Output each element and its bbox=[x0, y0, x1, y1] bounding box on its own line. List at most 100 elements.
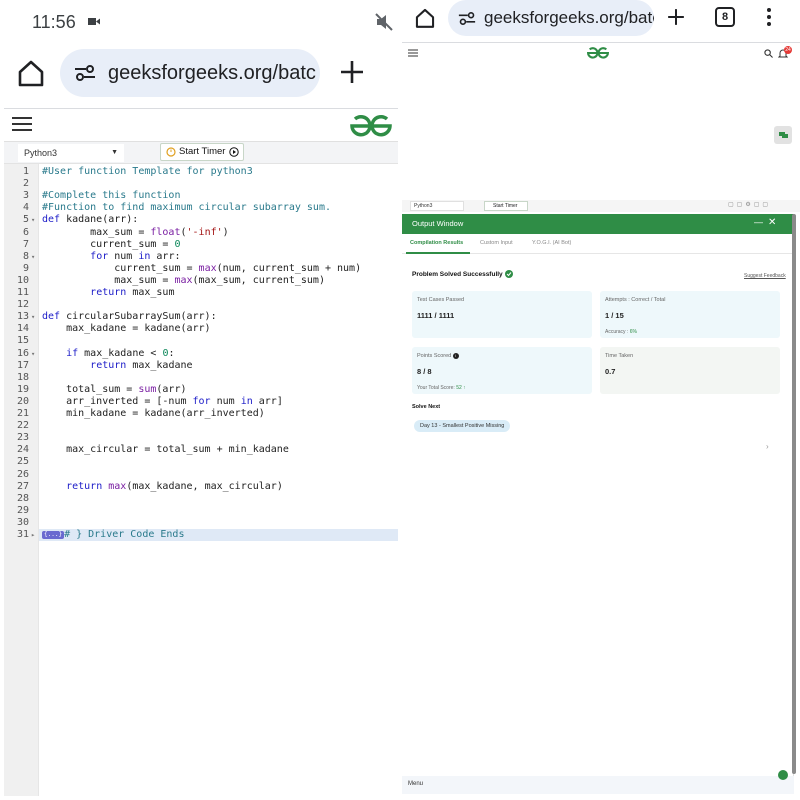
gfg-logo-icon[interactable] bbox=[348, 113, 394, 139]
minimize-icon[interactable]: — bbox=[754, 217, 763, 227]
code-line[interactable]: 14 max_kadane = kadane(arr) bbox=[4, 323, 398, 335]
search-icon[interactable] bbox=[764, 49, 773, 58]
code-line[interactable]: 26 bbox=[4, 469, 398, 481]
accuracy-label: Accuracy : bbox=[605, 329, 629, 335]
code-line[interactable]: 2 bbox=[4, 178, 398, 190]
code-line[interactable]: 31 ▸ {...} # } Driver Code Ends bbox=[4, 529, 398, 542]
tab-yogi[interactable]: Y.O.G.I. (AI Bot) bbox=[532, 240, 571, 246]
code-line[interactable]: 27 return max(max_kadane, max_circular) bbox=[4, 481, 398, 493]
code-line[interactable]: 20 arr_inverted = [-num for num in arr] bbox=[4, 396, 398, 408]
code-line[interactable]: 11 return max_sum bbox=[4, 287, 398, 299]
card-label: Test Cases Passed bbox=[417, 297, 465, 303]
tab-custom-input[interactable]: Custom Input bbox=[480, 240, 513, 246]
code-text: current_sum = max(num, current_sum + num… bbox=[42, 262, 362, 274]
chat-button[interactable] bbox=[774, 126, 792, 144]
chevron-right-icon[interactable]: › bbox=[766, 442, 769, 451]
editor-toolbar: Python3 ▼ Start Timer bbox=[4, 142, 398, 164]
mute-icon bbox=[375, 13, 393, 31]
line-number: 11 bbox=[16, 287, 29, 298]
suggest-feedback-link[interactable]: Suggest Feedback bbox=[744, 273, 786, 279]
start-timer-label: Start Timer bbox=[179, 146, 226, 157]
code-line[interactable]: 10 max_sum = max(max_sum, current_sum) bbox=[4, 275, 398, 287]
code-line[interactable]: 8 ▾ for num in arr: bbox=[4, 251, 398, 263]
solve-next-label: Solve Next bbox=[412, 404, 441, 410]
start-timer-button[interactable]: Start Timer bbox=[484, 201, 528, 211]
tab-compilation-results[interactable]: Compilation Results bbox=[410, 240, 463, 246]
code-line[interactable]: 18 bbox=[4, 372, 398, 384]
scrollbar[interactable] bbox=[792, 214, 796, 774]
code-text: def circularSubarraySum(arr): bbox=[42, 311, 217, 323]
code-line[interactable]: 3 #Complete this function bbox=[4, 190, 398, 202]
code-text: current_sum = 0 bbox=[42, 238, 181, 250]
code-editor[interactable]: 1 #User function Template for python3 2 3 #C… bbox=[4, 164, 398, 796]
url-bar[interactable]: geeksforgeeks.org/batc bbox=[448, 0, 654, 36]
start-timer-button[interactable]: Start Timer bbox=[160, 143, 244, 161]
bottom-menu-bar[interactable]: Menu bbox=[402, 776, 794, 794]
fold-toggle-icon[interactable]: ▾ bbox=[31, 311, 35, 323]
home-icon[interactable] bbox=[414, 7, 436, 29]
code-line[interactable]: 9 current_sum = max(num, current_sum + n… bbox=[4, 263, 398, 275]
code-line[interactable]: 16 ▾ if max_kadane < 0: bbox=[4, 348, 398, 360]
hamburger-menu-icon[interactable] bbox=[408, 49, 418, 57]
card-points: Points Scored i 8 / 8 Your Total Score: … bbox=[412, 347, 592, 394]
output-window-title: Output Window bbox=[412, 219, 464, 228]
code-line[interactable]: 12 bbox=[4, 299, 398, 311]
line-number: 10 bbox=[16, 274, 29, 286]
line-number: 30 bbox=[16, 516, 29, 528]
home-icon[interactable] bbox=[16, 58, 46, 88]
line-number: 1 bbox=[22, 166, 29, 177]
info-icon[interactable]: i bbox=[452, 353, 459, 359]
code-text: max_sum = max(max_sum, current_sum) bbox=[42, 274, 325, 286]
fold-toggle-icon[interactable]: ▾ bbox=[31, 348, 35, 360]
code-line[interactable]: 6 max_sum = float('-inf') bbox=[4, 227, 398, 239]
code-line[interactable]: 19 total_sum = sum(arr) bbox=[4, 384, 398, 396]
language-select[interactable]: Python3 bbox=[410, 201, 464, 211]
code-line[interactable]: 21 min_kadane = kadane(arr_inverted) bbox=[4, 408, 398, 420]
line-number: 25 bbox=[16, 456, 29, 468]
code-line[interactable]: 5 ▾ def kadane(arr): bbox=[4, 214, 398, 226]
screen: 11:56 geeksforgeeks.org/batc Python3 ▼ S bbox=[0, 0, 800, 800]
close-icon[interactable]: ✕ bbox=[768, 217, 776, 228]
site-settings-icon[interactable] bbox=[458, 11, 476, 25]
line-number: 19 bbox=[16, 383, 29, 395]
line-number: 12 bbox=[16, 299, 29, 311]
code-line[interactable]: 23 bbox=[4, 432, 398, 444]
code-line[interactable]: 24 max_circular = total_sum + min_kadane bbox=[4, 444, 398, 456]
code-line[interactable]: 22 bbox=[4, 420, 398, 432]
next-problem-chip[interactable]: Day 13 - Smallest Positive Missing bbox=[414, 420, 511, 432]
code-line[interactable]: 15 bbox=[4, 335, 398, 347]
line-number: 18 bbox=[16, 371, 29, 383]
video-camera-icon bbox=[88, 18, 100, 25]
code-line[interactable]: 13 ▾ def circularSubarraySum(arr): bbox=[4, 311, 398, 323]
line-number: 31 bbox=[16, 529, 29, 540]
tab-switcher-button[interactable]: 8 bbox=[715, 7, 735, 27]
url-bar[interactable]: geeksforgeeks.org/batc bbox=[60, 49, 320, 97]
fold-toggle-icon[interactable]: ▾ bbox=[31, 251, 35, 263]
code-line[interactable]: 17 return max_kadane bbox=[4, 360, 398, 372]
code-line[interactable]: 7 current_sum = 0 bbox=[4, 239, 398, 251]
code-text: for num in arr: bbox=[90, 250, 181, 262]
code-line[interactable]: 28 bbox=[4, 493, 398, 505]
code-text: max_circular = total_sum + min_kadane bbox=[42, 444, 289, 456]
new-tab-icon[interactable] bbox=[338, 58, 366, 86]
code-text: #Function to find maximum circular subar… bbox=[42, 202, 331, 214]
fold-toggle-icon[interactable]: ▾ bbox=[31, 214, 35, 226]
site-settings-icon[interactable] bbox=[74, 65, 96, 81]
fold-toggle-icon[interactable]: ▸ bbox=[31, 529, 35, 541]
code-line[interactable]: 1 #User function Template for python3 bbox=[4, 166, 398, 178]
gfg-logo-icon[interactable] bbox=[586, 46, 610, 60]
code-line[interactable]: 30 bbox=[4, 517, 398, 529]
more-options-icon[interactable] bbox=[766, 7, 772, 27]
code-text: max_sum = float('-inf') bbox=[42, 226, 229, 238]
code-text: {...} # } Driver Code Ends bbox=[42, 529, 185, 540]
code-line[interactable]: 4 #Function to find maximum circular suba… bbox=[4, 202, 398, 214]
code-line[interactable]: 29 bbox=[4, 505, 398, 517]
timer-icon bbox=[166, 147, 176, 157]
editor-action-icons[interactable]: ▢▢⚙▢▢ bbox=[728, 201, 771, 208]
language-select[interactable]: Python3 ▼ bbox=[18, 144, 124, 162]
active-tab-indicator bbox=[406, 252, 470, 254]
code-line[interactable]: 25 bbox=[4, 456, 398, 468]
help-fab[interactable] bbox=[778, 770, 788, 780]
new-tab-icon[interactable] bbox=[666, 7, 686, 27]
hamburger-menu-icon[interactable] bbox=[12, 116, 32, 132]
